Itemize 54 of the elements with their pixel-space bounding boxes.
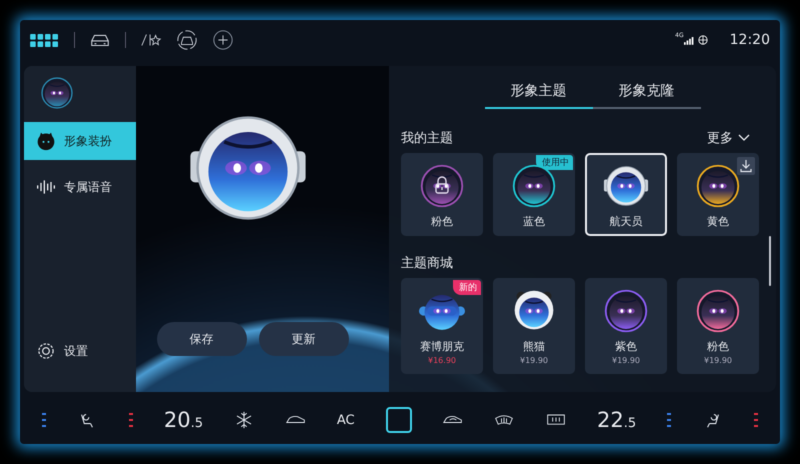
theme-name: 粉色 <box>431 214 453 229</box>
apps-grid-icon[interactable] <box>30 34 60 46</box>
heating-level-icon <box>754 413 758 427</box>
price: ¥19.90 <box>704 356 732 365</box>
tab[interactable]: 形象克隆 <box>592 82 700 109</box>
store-card[interactable]: 粉色 ¥19.90 <box>677 278 759 374</box>
download-icon[interactable] <box>737 157 755 175</box>
theme-card[interactable]: 黄色 <box>677 153 759 236</box>
cooling-level-icon <box>667 413 672 427</box>
theme-name: 熊猫 <box>523 339 545 354</box>
theme-name: 紫色 <box>615 339 637 354</box>
ac-button[interactable]: AC <box>336 412 355 428</box>
cooling-level-icon <box>42 413 46 427</box>
section-title: 我的主题 <box>401 130 453 147</box>
home-button[interactable] <box>386 407 412 433</box>
theme-card[interactable]: 粉色 <box>401 153 483 236</box>
store-card[interactable]: 紫色 ¥19.90 <box>585 278 667 374</box>
action-button[interactable]: 更新 <box>258 322 348 356</box>
price: ¥19.90 <box>612 356 640 365</box>
store-card[interactable]: 新的 赛博朋克 ¥16.90 <box>401 278 483 374</box>
theme-card[interactable]: 航天员 <box>585 153 667 236</box>
sidebar-item[interactable]: 形象装扮 <box>24 122 136 160</box>
settings-item[interactable]: 设置 <box>24 332 136 370</box>
settings-icon <box>36 341 56 361</box>
globe-icon <box>698 35 708 45</box>
section-title: 主题商城 <box>401 255 454 272</box>
theme-name: 粉色 <box>707 339 729 354</box>
theme-name: 蓝色 <box>523 214 545 229</box>
car-circle-icon[interactable] <box>176 29 198 51</box>
temperature-reading[interactable]: 20.5 <box>164 408 203 432</box>
price: ¥16.90 <box>428 356 456 365</box>
more-link[interactable]: 更多 <box>707 129 750 147</box>
mascot-icon <box>603 163 649 209</box>
heating-level-icon <box>128 413 133 427</box>
in-use-badge: 使用中 <box>536 155 573 170</box>
temperature-reading[interactable]: 22.5 <box>596 408 636 432</box>
store-card[interactable]: 熊猫 ¥19.90 <box>493 278 575 374</box>
avatar-icon[interactable] <box>40 76 74 110</box>
mascot-icon <box>36 131 56 151</box>
car-icon[interactable] <box>89 32 111 48</box>
sidebar-item[interactable]: 专属语音 <box>24 168 136 206</box>
tab[interactable]: 形象主题 <box>484 82 592 109</box>
signal-icon <box>684 36 696 44</box>
theme-name: 赛博朋克 <box>420 339 464 354</box>
chevron-down-icon <box>738 134 750 142</box>
action-button[interactable]: 保存 <box>156 322 246 356</box>
scrollbar[interactable] <box>769 236 771 286</box>
theme-name: 黄色 <box>707 214 729 229</box>
theme-card[interactable]: 使用中 蓝色 <box>493 153 575 236</box>
clock: 12:20 <box>730 32 770 48</box>
theme-name: 航天员 <box>610 214 642 229</box>
new-badge: 新的 <box>453 280 481 295</box>
add-icon[interactable] <box>212 29 234 51</box>
price: ¥19.90 <box>520 356 548 365</box>
